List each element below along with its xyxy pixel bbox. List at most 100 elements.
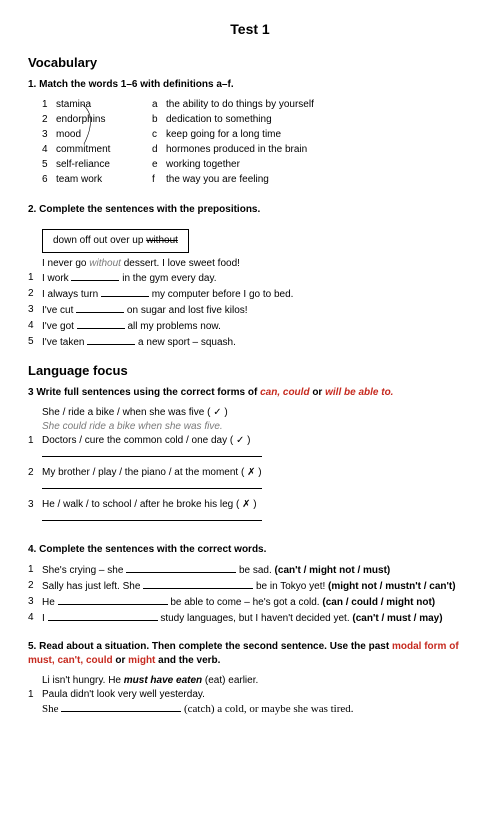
q2-item: 5I've taken a new sport – squash.	[28, 335, 472, 350]
vocabulary-heading: Vocabulary	[28, 54, 472, 72]
q3-example-prompt: She / ride a bike / when she was five ( …	[42, 406, 472, 420]
match-row: 3moodckeep going for a long time	[42, 128, 472, 142]
item-body: He be able to come – he's got a cold. (c…	[42, 595, 472, 610]
q5-item-body: Paula didn't look very well yesterday. S…	[42, 688, 472, 717]
item-body: I study languages, but I haven't decided…	[42, 611, 472, 626]
q4-item: 1She's crying – she be sad. (can't / mig…	[28, 563, 472, 578]
q5-ex-bold: must have eaten	[124, 675, 202, 686]
q1-instruction: 1. Match the words 1–6 with definitions …	[28, 78, 472, 92]
match-def: keep going for a long time	[166, 128, 472, 142]
match-word: commitment	[56, 143, 152, 157]
q3-instruction: 3 Write full sentences using the correct…	[28, 386, 472, 400]
q5-item-line2-post: (catch) a cold, or maybe she was tired.	[181, 703, 353, 715]
item-body: I always turn my computer before I go to…	[42, 287, 472, 302]
q2-item: 3I've cut on sugar and lost five kilos!	[28, 303, 472, 318]
q4-item: 3He be able to come – he's got a cold. (…	[28, 595, 472, 610]
item-num: 2	[28, 287, 42, 302]
match-word: mood	[56, 128, 152, 142]
q2-ex-post: dessert. I love sweet food!	[121, 258, 240, 269]
q3-item: 3He / walk / to school / after he broke …	[28, 498, 472, 529]
match-letter: e	[152, 158, 166, 172]
match-word: team work	[56, 173, 152, 187]
match-row: 5self-relianceeworking together	[42, 158, 472, 172]
answer-line[interactable]	[42, 456, 262, 457]
blank-input[interactable]	[77, 319, 125, 329]
match-def: the way you are feeling	[166, 173, 472, 187]
q5-ex-post: (eat) earlier.	[202, 675, 258, 686]
item-body: I work in the gym every day.	[42, 271, 472, 286]
blank-input[interactable]	[61, 702, 181, 712]
item-num: 3	[28, 595, 42, 610]
match-num: 1	[42, 98, 56, 112]
options: (can't / must / may)	[352, 613, 442, 624]
blank-input[interactable]	[143, 579, 253, 589]
item-num: 4	[28, 611, 42, 626]
blank-input[interactable]	[48, 611, 158, 621]
item-body: I've taken a new sport – squash.	[42, 335, 472, 350]
match-row: 4commitmentdhormones produced in the bra…	[42, 143, 472, 157]
q2-ex-pre: I never go	[42, 258, 89, 269]
match-word: self-reliance	[56, 158, 152, 172]
blank-input[interactable]	[126, 563, 236, 573]
item-num: 3	[28, 303, 42, 318]
q2-item: 4I've got all my problems now.	[28, 319, 472, 334]
match-def: hormones produced in the brain	[166, 143, 472, 157]
item-num: 2	[28, 579, 42, 594]
q2-instruction: 2. Complete the sentences with the prepo…	[28, 203, 472, 217]
match-def: working together	[166, 158, 472, 172]
item-body: He / walk / to school / after he broke h…	[42, 498, 472, 529]
q2-ex-word: without	[89, 258, 121, 269]
q2-item: 1I work in the gym every day.	[28, 271, 472, 286]
q5-item-num: 1	[28, 688, 42, 717]
item-num: 1	[28, 563, 42, 578]
match-letter: a	[152, 98, 166, 112]
options: (might not / mustn't / can't)	[328, 581, 456, 592]
blank-input[interactable]	[58, 595, 168, 605]
match-num: 3	[42, 128, 56, 142]
q3-item: 2My brother / play / the piano / at the …	[28, 466, 472, 497]
q4-item: 4I study languages, but I haven't decide…	[28, 611, 472, 626]
match-word: endorphins	[56, 113, 152, 127]
q5-ex-pre: Li isn't hungry. He	[42, 675, 124, 686]
match-letter: d	[152, 143, 166, 157]
item-num: 5	[28, 335, 42, 350]
item-num: 2	[28, 466, 42, 497]
item-num: 3	[28, 498, 42, 529]
blank-input[interactable]	[76, 303, 124, 313]
q3-example-answer: She could ride a bike when she was five.	[42, 420, 472, 434]
q2-item: 2I always turn my computer before I go t…	[28, 287, 472, 302]
q4-instruction: 4. Complete the sentences with the corre…	[28, 543, 472, 557]
match-row: 1staminaathe ability to do things by you…	[42, 98, 472, 112]
match-num: 6	[42, 173, 56, 187]
q5-instr-pre: 5. Read about a situation. Then complete…	[28, 641, 392, 652]
item-body: Doctors / cure the common cold / one day…	[42, 434, 472, 465]
blank-input[interactable]	[87, 335, 135, 345]
page-title: Test 1	[28, 20, 472, 40]
preposition-box: down off out over up without	[42, 229, 189, 253]
match-row: 2endorphinsbdedication to something	[42, 113, 472, 127]
options: (can / could / might not)	[322, 597, 435, 608]
item-body: Sally has just left. She be in Tokyo yet…	[42, 579, 472, 594]
q3-instr-red1: can, could	[260, 387, 312, 398]
item-body: She's crying – she be sad. (can't / migh…	[42, 563, 472, 578]
match-letter: b	[152, 113, 166, 127]
q5-item-line1: Paula didn't look very well yesterday.	[42, 688, 472, 702]
match-num: 5	[42, 158, 56, 172]
q3-instr-red2: will be able to.	[325, 387, 393, 398]
answer-line[interactable]	[42, 488, 262, 489]
blank-input[interactable]	[101, 287, 149, 297]
q5-instr-red2: might	[128, 655, 158, 666]
answer-line[interactable]	[42, 520, 262, 521]
q3-instr-pre: 3 Write full sentences using the correct…	[28, 387, 260, 398]
item-num: 1	[28, 434, 42, 465]
options: (can't / might not / must)	[275, 565, 391, 576]
item-body: I've cut on sugar and lost five kilos!	[42, 303, 472, 318]
q5-item-line2-pre: She	[42, 703, 61, 715]
match-letter: c	[152, 128, 166, 142]
language-focus-heading: Language focus	[28, 362, 472, 380]
match-num: 2	[42, 113, 56, 127]
box-words: down off out over up	[53, 235, 146, 246]
item-body: I've got all my problems now.	[42, 319, 472, 334]
q5-item: 1 Paula didn't look very well yesterday.…	[28, 688, 472, 717]
blank-input[interactable]	[71, 271, 119, 281]
